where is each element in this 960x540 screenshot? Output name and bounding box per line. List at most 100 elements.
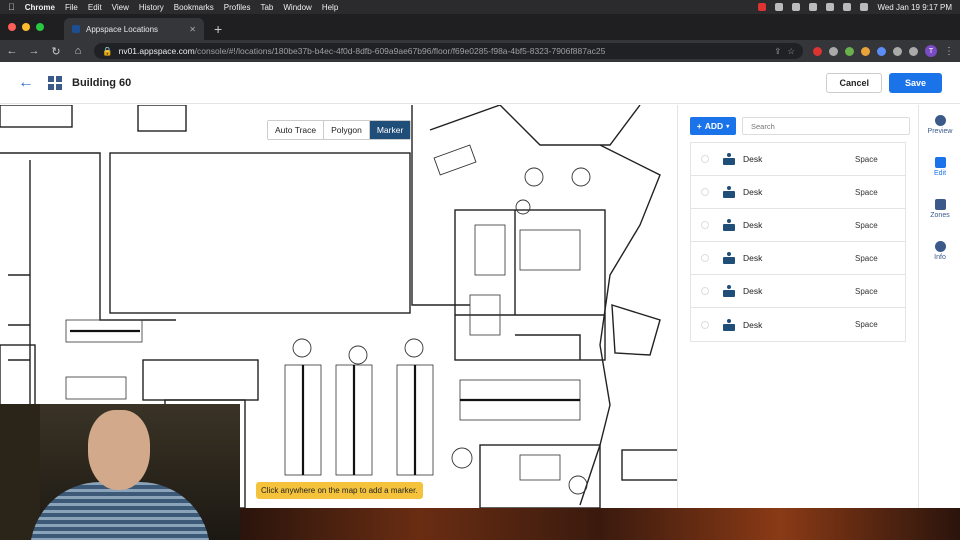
menu-edit[interactable]: Edit bbox=[88, 3, 102, 12]
extensions-area: T ⋮ bbox=[813, 45, 954, 57]
list-item[interactable]: Desk Space bbox=[691, 143, 905, 176]
select-checkbox[interactable] bbox=[701, 254, 709, 262]
desk-icon bbox=[723, 219, 735, 231]
extension-icon-1[interactable] bbox=[813, 46, 822, 56]
chevron-down-icon: ▾ bbox=[726, 123, 730, 130]
url-path: /console/#!/locations/180be37b-b4ec-4f0d… bbox=[194, 46, 606, 56]
wifi-icon[interactable] bbox=[826, 3, 835, 11]
page-title: Building 60 bbox=[72, 76, 132, 89]
home-icon[interactable]: ⌂ bbox=[72, 45, 84, 57]
building-icon bbox=[48, 75, 62, 90]
menu-file[interactable]: File bbox=[65, 3, 78, 12]
space-type: Space bbox=[855, 320, 878, 329]
window-controls bbox=[8, 14, 44, 40]
rail-preview-label: Preview bbox=[927, 128, 953, 135]
preview-icon bbox=[934, 115, 946, 126]
menu-help[interactable]: Help bbox=[322, 3, 338, 12]
menu-profiles[interactable]: Profiles bbox=[224, 3, 251, 12]
record-icon[interactable] bbox=[758, 3, 767, 11]
rail-preview[interactable]: Preview bbox=[919, 115, 960, 135]
space-type: Space bbox=[855, 154, 878, 164]
apple-icon[interactable]:  bbox=[8, 2, 15, 12]
rail-zones-label: Zones bbox=[930, 212, 950, 219]
extension-icon-5[interactable] bbox=[877, 46, 886, 56]
list-item[interactable]: Desk Space bbox=[691, 242, 905, 275]
desk-icon bbox=[723, 252, 735, 264]
appspace-favicon-icon bbox=[72, 25, 80, 33]
map-hint-banner: Click anywhere on the map to add a marke… bbox=[256, 482, 423, 499]
menu-app-name[interactable]: Chrome bbox=[25, 3, 55, 12]
webcam-background bbox=[0, 404, 40, 540]
control-center-icon[interactable] bbox=[860, 3, 869, 11]
list-item[interactable]: Desk Space bbox=[691, 209, 905, 242]
close-window-icon[interactable] bbox=[8, 23, 16, 31]
desk-icon bbox=[723, 153, 735, 165]
space-type: Space bbox=[855, 220, 878, 230]
menu-tab[interactable]: Tab bbox=[260, 3, 273, 12]
cloud-icon[interactable] bbox=[792, 3, 801, 11]
kebab-menu-icon[interactable]: ⋮ bbox=[944, 46, 954, 57]
rail-info[interactable]: Info bbox=[919, 241, 960, 261]
desk-icon bbox=[723, 186, 735, 198]
browser-tab[interactable]: Appspace Locations ✕ bbox=[64, 18, 204, 40]
rail-info-label: Info bbox=[934, 254, 946, 261]
macos-menu-bar:  Chrome File Edit View History Bookmark… bbox=[0, 0, 960, 14]
extension-icon-4[interactable] bbox=[861, 46, 870, 56]
url-host: nv01.appspace.com bbox=[118, 46, 195, 56]
back-arrow-icon[interactable]: ← bbox=[18, 74, 34, 92]
select-checkbox[interactable] bbox=[701, 221, 709, 229]
list-item[interactable]: Desk Space bbox=[691, 275, 905, 308]
back-arrow-icon[interactable]: ← bbox=[6, 45, 18, 57]
space-type: Space bbox=[855, 253, 878, 263]
menu-view[interactable]: View bbox=[112, 3, 129, 12]
add-button[interactable]: + ADD ▾ bbox=[690, 117, 736, 135]
presenter-face bbox=[88, 410, 150, 490]
bluetooth-icon[interactable] bbox=[809, 3, 818, 11]
status-icon[interactable] bbox=[775, 3, 784, 11]
rail-zones[interactable]: Zones bbox=[919, 199, 960, 219]
new-tab-icon[interactable]: + bbox=[214, 18, 222, 40]
space-name: Desk bbox=[743, 154, 763, 164]
rail-edit-label: Edit bbox=[933, 170, 947, 177]
extension-icon-3[interactable] bbox=[845, 46, 854, 56]
share-icon[interactable]: ⇪ bbox=[774, 46, 781, 57]
auto-trace-button[interactable]: Auto Trace bbox=[268, 121, 325, 139]
menu-window[interactable]: Window bbox=[283, 3, 311, 12]
list-item[interactable]: Desk Space bbox=[691, 308, 905, 341]
extension-icon-2[interactable] bbox=[829, 46, 838, 56]
marker-button[interactable]: Marker bbox=[369, 121, 411, 139]
polygon-button[interactable]: Polygon bbox=[324, 121, 370, 139]
edit-pencil-icon bbox=[934, 157, 946, 168]
select-checkbox[interactable] bbox=[701, 287, 709, 295]
rail-edit[interactable]: Edit bbox=[919, 157, 960, 177]
puzzle-icon[interactable] bbox=[909, 46, 918, 56]
cancel-button[interactable]: Cancel bbox=[826, 72, 882, 93]
address-bar[interactable]: 🔒 nv01.appspace.com/console/#!/locations… bbox=[94, 43, 803, 59]
close-tab-icon[interactable]: ✕ bbox=[189, 25, 196, 34]
minimize-window-icon[interactable] bbox=[22, 23, 30, 31]
forward-arrow-icon[interactable]: → bbox=[28, 45, 40, 57]
zones-icon bbox=[934, 199, 946, 210]
search-input[interactable] bbox=[742, 117, 910, 135]
select-checkbox[interactable] bbox=[701, 155, 709, 163]
page-header: ← Building 60 Cancel Save bbox=[0, 62, 960, 104]
search-icon[interactable] bbox=[843, 3, 852, 11]
space-name: Desk bbox=[743, 220, 763, 230]
browser-tab-strip: Appspace Locations ✕ + bbox=[0, 14, 960, 40]
extension-icon-6[interactable] bbox=[893, 46, 902, 56]
select-checkbox[interactable] bbox=[701, 320, 709, 329]
list-item[interactable]: Desk Space bbox=[691, 176, 905, 209]
space-name: Desk bbox=[743, 286, 763, 296]
menu-history[interactable]: History bbox=[139, 3, 164, 12]
select-checkbox[interactable] bbox=[701, 188, 709, 196]
profile-avatar[interactable]: T bbox=[925, 45, 937, 57]
menu-bookmarks[interactable]: Bookmarks bbox=[174, 3, 214, 12]
bookmark-star-icon[interactable]: ☆ bbox=[787, 46, 795, 57]
space-list: Desk Space Desk Space Desk Space Desk Space … bbox=[690, 142, 906, 342]
zoom-window-icon[interactable] bbox=[36, 23, 44, 31]
menu-clock[interactable]: Wed Jan 19 9:17 PM bbox=[877, 3, 952, 12]
space-type: Space bbox=[855, 286, 878, 296]
save-button[interactable]: Save bbox=[888, 72, 942, 93]
add-button-label: ADD bbox=[704, 121, 724, 131]
reload-icon[interactable]: ↻ bbox=[50, 45, 62, 58]
